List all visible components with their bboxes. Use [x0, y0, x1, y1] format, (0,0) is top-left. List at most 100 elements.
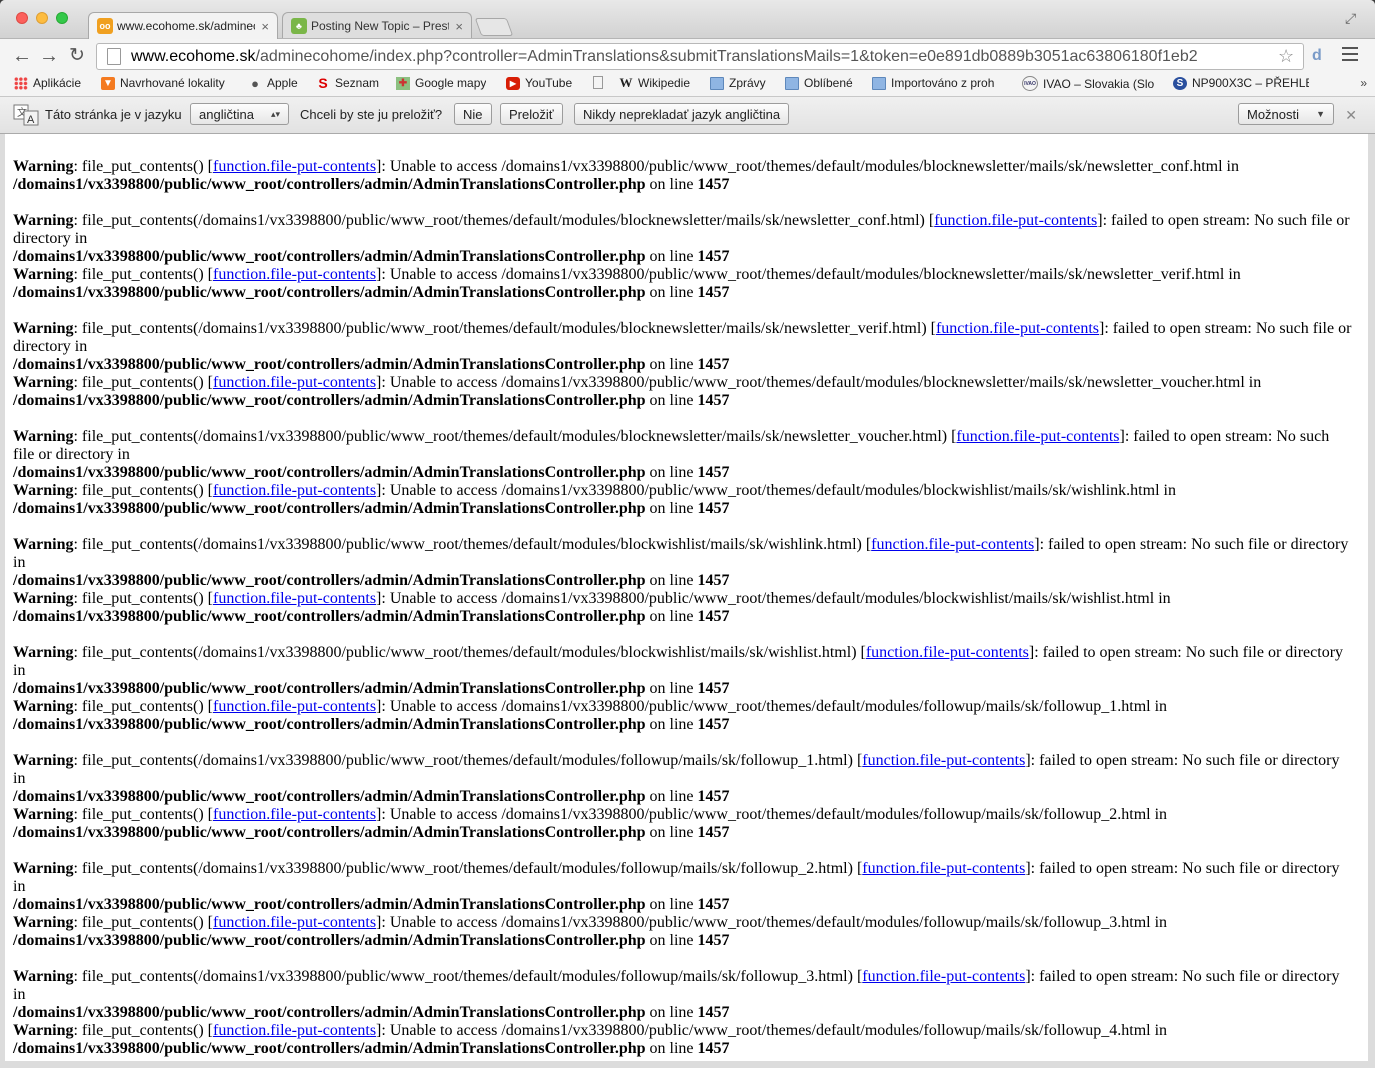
function-doc-link[interactable]: function.file-put-contents [213, 374, 376, 391]
function-doc-link[interactable]: function.file-put-contents [956, 428, 1119, 445]
bookmark-navrhovane-lokality[interactable]: ▼ Navrhované lokality [101, 76, 225, 90]
function-doc-link[interactable]: function.file-put-contents [213, 158, 376, 175]
apps-grid-icon [14, 76, 28, 90]
warning-line-number: 1457 [697, 608, 730, 625]
bookmark-blank[interactable] [593, 76, 608, 89]
bookmark-star-icon[interactable]: ☆ [1278, 46, 1294, 67]
bookmark-label: Google mapy [415, 76, 487, 90]
warning-line-number: 1457 [697, 1040, 730, 1057]
window-border-bottom [0, 1061, 1375, 1068]
bookmark-zpravy[interactable]: Zprávy [710, 76, 766, 90]
tab-close-icon[interactable]: × [261, 19, 269, 34]
function-doc-link[interactable]: function.file-put-contents [213, 914, 376, 931]
bookmark-ivao-slovakia[interactable]: IVAO IVAO – Slovakia (Slo [1022, 76, 1158, 91]
warning-file-path: /domains1/vx3398800/public/www_root/cont… [13, 608, 646, 625]
warning-text-pre: : file_put_contents(/domains1/vx3398800/… [73, 968, 863, 985]
translate-button[interactable]: Preložiť [500, 103, 563, 125]
bookmark-aplikacie[interactable]: Aplikácie [14, 76, 81, 90]
bookmark-apple[interactable]: ● Apple [248, 76, 298, 90]
tab-close-icon[interactable]: × [455, 19, 463, 34]
fullscreen-icon[interactable]: ⤢ [1345, 10, 1361, 26]
bookmark-wikipedie[interactable]: W Wikipedie [619, 76, 691, 90]
bookmark-np900x3c[interactable]: S NP900X3C – PŘEHLE [1173, 76, 1309, 90]
function-doc-link[interactable]: function.file-put-contents [862, 752, 1025, 769]
function-doc-link[interactable]: function.file-put-contents [862, 968, 1025, 985]
warning-line-number: 1457 [697, 284, 730, 301]
warning-label: Warning [13, 536, 74, 553]
function-doc-link[interactable]: function.file-put-contents [213, 266, 376, 283]
php-warning-message: Warning: file_put_contents() [function.f… [13, 158, 1353, 194]
page-icon [107, 48, 121, 65]
window-minimize-button[interactable] [36, 12, 48, 24]
address-bar[interactable]: www.ecohome.sk/adminecohome/index.php?co… [96, 43, 1304, 70]
bookmark-seznam[interactable]: S Seznam [316, 76, 379, 90]
warning-file-path: /domains1/vx3398800/public/www_root/cont… [13, 176, 646, 193]
samsung-icon: S [1173, 76, 1187, 90]
warning-line-number: 1457 [697, 680, 730, 697]
warning-online-text: on line [645, 680, 698, 697]
warning-file-path: /domains1/vx3398800/public/www_root/cont… [13, 716, 646, 733]
php-warning-message: Warning: file_put_contents() [function.f… [13, 698, 1353, 734]
bookmark-google-mapy[interactable]: ✚ Google mapy [396, 76, 486, 90]
warning-online-text: on line [645, 176, 698, 193]
warning-line-number: 1457 [697, 896, 730, 913]
warning-label: Warning [13, 968, 74, 985]
function-doc-link[interactable]: function.file-put-contents [934, 212, 1097, 229]
page-content: Warning: file_put_contents() [function.f… [5, 134, 1368, 1061]
function-doc-link[interactable]: function.file-put-contents [866, 644, 1029, 661]
function-doc-link[interactable]: function.file-put-contents [213, 482, 376, 499]
no-button[interactable]: Nie [454, 103, 492, 125]
warning-label: Warning [13, 428, 74, 445]
warning-text-post: ]: Unable to access /domains1/vx3398800/… [376, 698, 1168, 715]
php-warning-message: Warning: file_put_contents() [function.f… [13, 266, 1353, 302]
function-doc-link[interactable]: function.file-put-contents [213, 806, 376, 823]
bookmark-youtube[interactable]: ▶ YouTube [506, 76, 572, 90]
warning-text-pre: : file_put_contents() [ [73, 698, 213, 715]
warning-text-post: ]: Unable to access /domains1/vx3398800/… [376, 590, 1171, 607]
warning-text-pre: : file_put_contents() [ [73, 374, 213, 391]
warning-label: Warning [13, 158, 74, 175]
forward-arrow-icon[interactable]: → [38, 45, 60, 67]
warning-text-pre: : file_put_contents() [ [73, 158, 213, 175]
function-doc-link[interactable]: function.file-put-contents [936, 320, 1099, 337]
warning-label: Warning [13, 1022, 74, 1039]
function-doc-link[interactable]: function.file-put-contents [213, 1022, 376, 1039]
tab-posting-new-topic[interactable]: ♣ Posting New Topic – Presta × [282, 12, 472, 39]
window-maximize-button[interactable] [56, 12, 68, 24]
bookmarks-bar: Aplikácie ▼ Navrhované lokality ● Apple … [0, 73, 1375, 97]
bookmarks-more-chevron-icon[interactable]: » [1360, 76, 1367, 90]
warning-text-post: ]: Unable to access /domains1/vx3398800/… [376, 914, 1168, 931]
warning-line-number: 1457 [697, 356, 730, 373]
language-select[interactable]: angličtina ▴▾ [190, 103, 289, 125]
extension-icon[interactable]: d [1312, 47, 1322, 65]
warning-file-path: /domains1/vx3398800/public/www_root/cont… [13, 824, 646, 841]
blank-page-icon [593, 76, 603, 89]
function-doc-link[interactable]: function.file-put-contents [213, 698, 376, 715]
warning-file-path: /domains1/vx3398800/public/www_root/cont… [13, 284, 646, 301]
translate-icon: 文 A [13, 104, 39, 126]
warning-online-text: on line [645, 500, 698, 517]
bookmark-oblubene[interactable]: Oblíbené [785, 76, 853, 90]
options-select[interactable]: Možnosti ▼ [1238, 103, 1334, 125]
infobar-close-icon[interactable]: ✕ [1345, 107, 1357, 124]
chrome-menu-icon[interactable] [1342, 47, 1358, 65]
warning-file-path: /domains1/vx3398800/public/www_root/cont… [13, 788, 646, 805]
function-doc-link[interactable]: function.file-put-contents [871, 536, 1034, 553]
back-arrow-icon[interactable]: ← [11, 45, 33, 67]
tab-ecohome-admin[interactable]: oo www.ecohome.sk/adminec × [88, 12, 278, 39]
window-close-button[interactable] [16, 12, 28, 24]
bookmark-label: Navrhované lokality [120, 76, 225, 90]
language-select-value: angličtina [199, 106, 254, 122]
warning-online-text: on line [645, 284, 698, 301]
function-doc-link[interactable]: function.file-put-contents [862, 860, 1025, 877]
reload-icon[interactable]: ↻ [66, 45, 88, 67]
bookmark-label: YouTube [525, 76, 573, 90]
warning-file-path: /domains1/vx3398800/public/www_root/cont… [13, 248, 646, 265]
warning-label: Warning [13, 914, 74, 931]
function-doc-link[interactable]: function.file-put-contents [213, 590, 376, 607]
tab-title: Posting New Topic – Presta [311, 19, 450, 33]
bookmark-importovano[interactable]: Importováno z proh [872, 76, 1004, 90]
new-tab-button[interactable] [474, 18, 514, 36]
never-translate-button[interactable]: Nikdy neprekladať jazyk angličtina [574, 103, 790, 125]
warning-line-number: 1457 [697, 248, 730, 265]
